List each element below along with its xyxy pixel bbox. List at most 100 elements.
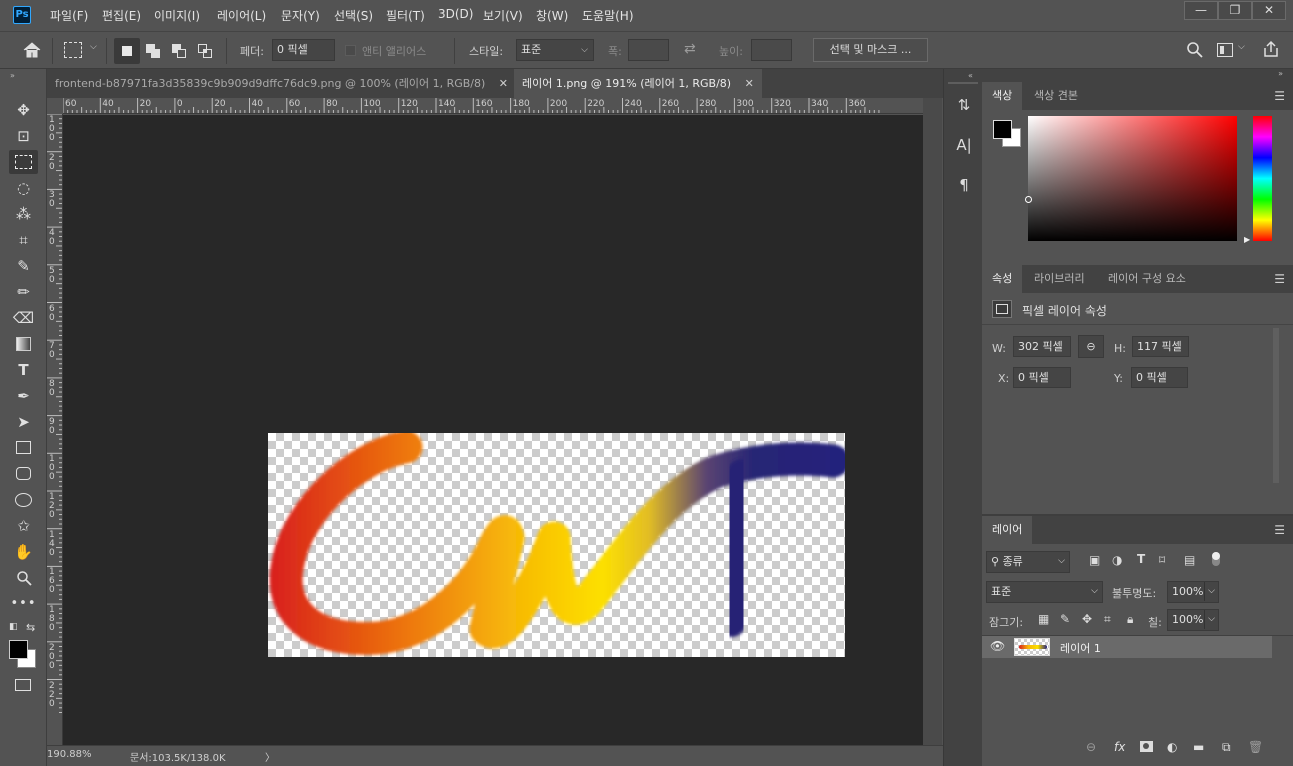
chevron-down-icon[interactable]: ⌵ bbox=[1238, 42, 1245, 52]
menu-3d[interactable]: 3D(D) bbox=[438, 7, 473, 21]
swap-arrows-icon[interactable]: ⇄ bbox=[684, 41, 696, 57]
properties-scrollbar[interactable] bbox=[1273, 328, 1279, 483]
lock-position-icon[interactable]: ✥ bbox=[1082, 612, 1092, 626]
blend-mode-select[interactable]: 표준 ⌵ bbox=[986, 581, 1103, 603]
intersect-selection-icon[interactable] bbox=[198, 44, 212, 58]
move-tool-icon[interactable]: ✥ bbox=[9, 98, 38, 122]
magic-wand-tool-icon[interactable]: ⁂ bbox=[9, 202, 38, 226]
document-image[interactable] bbox=[268, 433, 845, 657]
close-window-button[interactable]: ✕ bbox=[1252, 1, 1286, 20]
horizontal-ruler[interactable]: 60 40 20 0 20 40 60 80 100 120 140 160 180 200 220 240 2… bbox=[63, 98, 923, 114]
chevron-down-icon[interactable]: ⌵ bbox=[90, 42, 97, 52]
custom-shape-tool-icon[interactable]: ✩ bbox=[9, 514, 38, 538]
pen-tool-icon[interactable]: ✒ bbox=[9, 384, 38, 408]
rounded-rect-tool-icon[interactable] bbox=[9, 462, 38, 486]
menu-type[interactable]: 문자(Y) bbox=[281, 7, 320, 24]
add-selection-icon[interactable] bbox=[146, 44, 160, 58]
y-value-field[interactable]: 0 픽셀 bbox=[1131, 367, 1188, 388]
close-tab-icon[interactable]: ✕ bbox=[499, 77, 508, 90]
filter-toggle[interactable] bbox=[1212, 552, 1220, 566]
menu-help[interactable]: 도움말(H) bbox=[582, 7, 634, 24]
paragraph-panel-icon[interactable]: ¶ bbox=[952, 173, 976, 197]
feather-input[interactable]: 0 픽셀 bbox=[272, 39, 335, 61]
default-colors-icon[interactable]: ◧ bbox=[9, 622, 18, 632]
lasso-tool-icon[interactable]: ◌ bbox=[9, 176, 38, 200]
menu-edit[interactable]: 편집(E) bbox=[102, 7, 141, 24]
height-input[interactable] bbox=[751, 39, 792, 61]
panel-menu-icon[interactable]: ☰ bbox=[1274, 272, 1285, 286]
tab-color[interactable]: 색상 bbox=[982, 82, 1023, 110]
vertical-ruler[interactable]: 1 0 0 2 0 3 0 4 0 5 0 6 0 7 0 8 0 9 0 1 0 0 1 2 0 1… bbox=[47, 114, 63, 745]
mask-icon[interactable] bbox=[1140, 741, 1153, 752]
swap-colors-icon[interactable]: ⇆ bbox=[26, 621, 35, 634]
hue-slider[interactable] bbox=[1253, 116, 1272, 241]
trash-icon[interactable]: 🗑︎ bbox=[1248, 740, 1263, 754]
hand-tool-icon[interactable]: ✋ bbox=[9, 540, 38, 564]
link-icon[interactable]: ⊖ bbox=[1086, 740, 1096, 754]
eraser-tool-icon[interactable]: ⌫ bbox=[9, 306, 38, 330]
new-layer-icon[interactable]: ⧉ bbox=[1222, 740, 1231, 755]
menu-window[interactable]: 창(W) bbox=[536, 7, 568, 24]
restore-button[interactable]: ❐ bbox=[1218, 1, 1252, 20]
rect-marquee-preset-icon[interactable] bbox=[64, 42, 82, 58]
hue-slider-marker-icon[interactable]: ▶ bbox=[1244, 235, 1250, 244]
workspace-icon[interactable] bbox=[1217, 43, 1233, 57]
new-selection-button[interactable] bbox=[114, 38, 140, 64]
adjustment-icon[interactable]: ◐ bbox=[1167, 740, 1177, 754]
filter-pixel-icon[interactable]: ▣ bbox=[1089, 553, 1100, 567]
close-tab-icon[interactable]: ✕ bbox=[745, 77, 754, 90]
color-picker-cursor[interactable] bbox=[1025, 196, 1032, 203]
brush-tool-icon[interactable]: ✏ bbox=[9, 280, 38, 304]
crop-tool-icon[interactable]: ⌗ bbox=[9, 228, 38, 252]
width-input[interactable] bbox=[628, 39, 669, 61]
opacity-field[interactable]: 100% ⌵ bbox=[1167, 581, 1219, 603]
lock-transparent-icon[interactable]: ▦ bbox=[1038, 612, 1049, 626]
width-value-field[interactable]: 302 픽셀 bbox=[1013, 336, 1071, 357]
lock-artboard-icon[interactable]: ⌗ bbox=[1104, 612, 1111, 627]
character-panel-icon[interactable]: A| bbox=[952, 133, 976, 157]
visibility-eye-icon[interactable]: 👁︎ bbox=[990, 639, 1005, 653]
layer-row[interactable]: 👁︎ 레이어 1 bbox=[982, 636, 1272, 658]
search-icon[interactable] bbox=[1186, 41, 1204, 59]
antialias-checkbox[interactable] bbox=[345, 45, 356, 56]
color-picker-field[interactable] bbox=[1028, 116, 1237, 241]
menu-view[interactable]: 보기(V) bbox=[483, 7, 523, 24]
panel-menu-icon[interactable]: ☰ bbox=[1274, 89, 1285, 103]
tab-libraries[interactable]: 라이브러리 bbox=[1024, 265, 1095, 293]
lock-all-icon[interactable]: 🔒︎ bbox=[1127, 612, 1133, 627]
expand-dock-icon[interactable]: « bbox=[968, 71, 973, 80]
filter-type-icon[interactable]: T bbox=[1137, 552, 1145, 566]
link-dimensions-icon[interactable]: ⊖ bbox=[1078, 335, 1104, 358]
foreground-color-swatch[interactable] bbox=[9, 640, 28, 659]
rectangle-tool-icon[interactable] bbox=[9, 436, 38, 460]
collapse-panels-icon[interactable]: » bbox=[1278, 69, 1283, 78]
tab-layer-comps[interactable]: 레이어 구성 요소 bbox=[1098, 265, 1196, 293]
fill-field[interactable]: 100% ⌵ bbox=[1167, 609, 1219, 631]
canvas-workspace[interactable] bbox=[63, 115, 923, 745]
screen-mode-icon[interactable] bbox=[9, 673, 38, 697]
document-tab-frontend[interactable]: frontend-b87971fa3d35839c9b909d9dffc76dc… bbox=[47, 69, 516, 98]
home-icon[interactable] bbox=[22, 41, 42, 59]
more-tools-icon[interactable]: ••• bbox=[9, 592, 38, 616]
style-select[interactable]: 표준 ⌵ bbox=[516, 39, 594, 61]
menu-select[interactable]: 선택(S) bbox=[334, 7, 373, 24]
type-tool-icon[interactable]: T bbox=[9, 358, 38, 382]
artboard-tool-icon[interactable]: ⊡ bbox=[9, 124, 38, 148]
menu-file[interactable]: 파일(F) bbox=[50, 7, 88, 24]
select-and-mask-button[interactable]: 선택 및 마스크 ... bbox=[813, 38, 928, 62]
paragraph-styles-icon[interactable]: ⇅ bbox=[952, 93, 976, 117]
filter-adjustment-icon[interactable]: ◑ bbox=[1112, 553, 1122, 567]
zoom-tool-icon[interactable] bbox=[9, 566, 38, 590]
panel-menu-icon[interactable]: ☰ bbox=[1274, 523, 1285, 537]
folder-icon[interactable]: ▬ bbox=[1193, 740, 1204, 754]
filter-shape-icon[interactable]: ⌑ bbox=[1159, 553, 1165, 567]
zoom-level[interactable]: 190.88% bbox=[47, 749, 92, 760]
ellipse-tool-icon[interactable] bbox=[9, 488, 38, 512]
lock-image-icon[interactable]: ✎ bbox=[1060, 612, 1070, 626]
tab-layers[interactable]: 레이어 bbox=[982, 516, 1033, 544]
rect-marquee-tool-icon[interactable] bbox=[9, 150, 38, 174]
tab-properties[interactable]: 속성 bbox=[982, 265, 1023, 293]
x-value-field[interactable]: 0 픽셀 bbox=[1013, 367, 1071, 388]
collapse-toolbar-icon[interactable]: » bbox=[10, 71, 15, 80]
fx-icon[interactable]: fx bbox=[1114, 740, 1125, 754]
